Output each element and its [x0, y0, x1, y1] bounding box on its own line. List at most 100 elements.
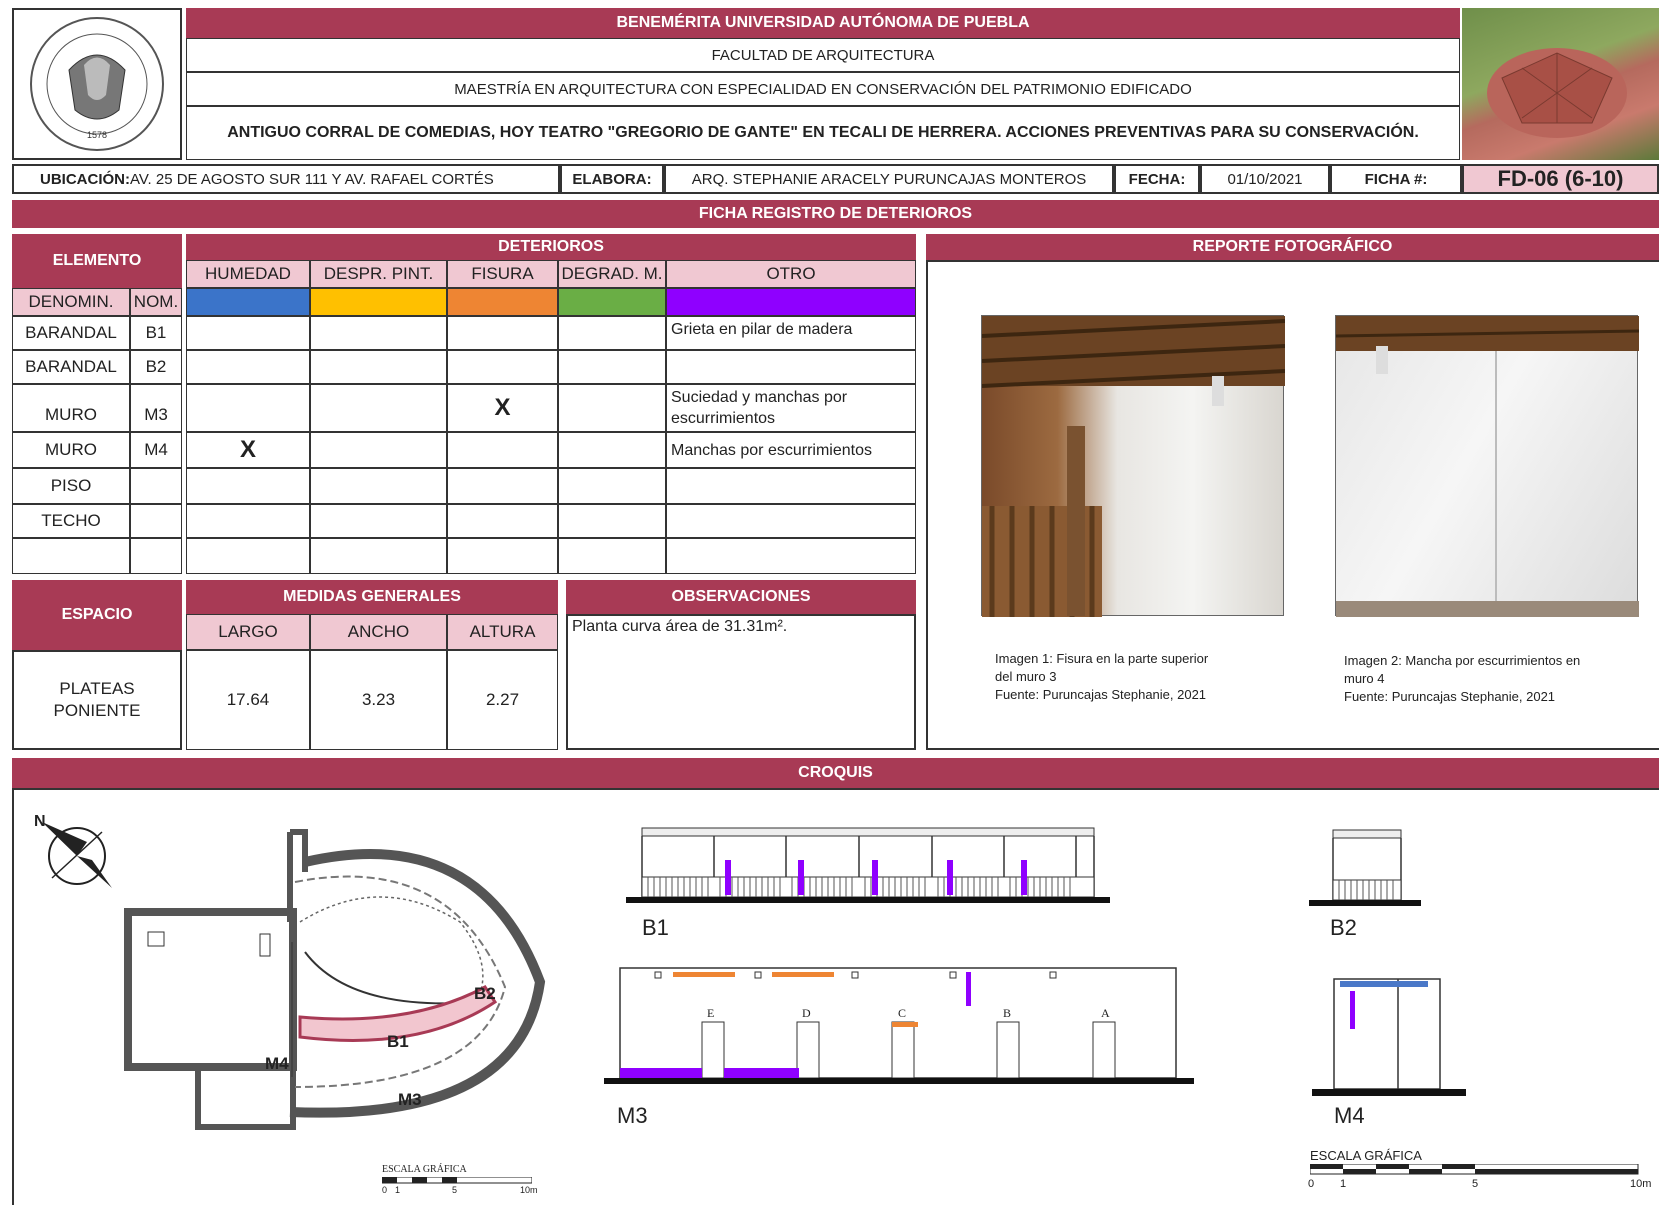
table-row-despr — [310, 504, 447, 538]
table-row-despr — [310, 350, 447, 384]
table-row-nom — [130, 468, 182, 504]
table-row-fisura: X — [447, 384, 558, 432]
table-row-humedad — [186, 384, 310, 432]
university-seal-icon: 1578 — [30, 17, 164, 151]
espacio-value: PLATEAS PONIENTE — [12, 650, 182, 750]
project-title: ANTIGUO CORRAL DE COMEDIAS, HOY TEATRO "… — [186, 106, 1460, 160]
table-row-degrad — [558, 468, 666, 504]
caption-line: muro 4 — [1344, 671, 1385, 686]
table-row-despr — [310, 538, 447, 574]
svg-text:1578: 1578 — [87, 130, 107, 140]
espacio-header: ESPACIO — [12, 580, 182, 650]
ancho-label: ANCHO — [310, 614, 447, 650]
observaciones-text: Planta curva área de 31.31m². — [566, 614, 916, 750]
elabora-value: ARQ. STEPHANIE ARACELY PURUNCAJAS MONTER… — [664, 164, 1114, 194]
legend-despr-color — [310, 288, 447, 316]
table-row-despr — [310, 432, 447, 468]
table-row-denomin: PISO — [12, 468, 130, 504]
legend-degrad-color — [558, 288, 666, 316]
table-row-denomin: MURO — [12, 432, 130, 468]
table-row-humedad — [186, 538, 310, 574]
ubicacion-field: UBICACIÓN: AV. 25 DE AGOSTO SUR 111 Y AV… — [12, 164, 560, 194]
university-title: BENEMÉRITA UNIVERSIDAD AUTÓNOMA DE PUEBL… — [186, 8, 1460, 38]
legend-fisura-color — [447, 288, 558, 316]
col-nom: NOM. — [130, 288, 182, 316]
scale-bar-1 — [382, 1177, 532, 1184]
table-row-fisura — [447, 504, 558, 538]
observaciones-header: OBSERVACIONES — [566, 580, 916, 614]
pillar-label-c: C — [898, 1006, 907, 1020]
table-row-despr — [310, 316, 447, 350]
roof-aerial-image — [1487, 48, 1627, 138]
col-otro: OTRO — [666, 260, 916, 288]
table-row-despr — [310, 384, 447, 432]
ancho-value: 3.23 — [310, 650, 447, 750]
table-row-denomin: TECHO — [12, 504, 130, 538]
logo-box: 1578 — [12, 8, 182, 160]
ficha-value: FD-06 (6-10) — [1462, 164, 1659, 194]
scale-tick-10: 10m — [520, 1185, 538, 1195]
table-row-degrad — [558, 538, 666, 574]
scale-2-tick-0: 0 — [1308, 1178, 1315, 1190]
col-denomin: DENOMIN. — [12, 288, 130, 316]
fecha-value: 01/10/2021 — [1200, 164, 1330, 194]
plan-label-b1: B1 — [387, 1032, 409, 1051]
table-row-otro — [666, 504, 916, 538]
medidas-header: MEDIDAS GENERALES — [186, 580, 558, 614]
photo-2 — [1335, 315, 1640, 617]
table-row-humedad: X — [186, 432, 310, 468]
table-row-denomin — [12, 538, 130, 574]
faculty-title: FACULTAD DE ARQUITECTURA — [186, 38, 1460, 72]
table-row-nom: M4 — [130, 432, 182, 468]
table-row-humedad — [186, 316, 310, 350]
ubicacion-label: UBICACIÓN: — [40, 170, 130, 188]
pillar-label-b: B — [1003, 1006, 1012, 1020]
elemento-header: ELEMENTO — [12, 234, 182, 288]
scale-2-tick-1: 1 — [1340, 1178, 1347, 1190]
photo-2-caption: Imagen 2: Mancha por escurrimientos en m… — [1344, 652, 1644, 706]
elevation-b1 — [626, 827, 1110, 903]
ficha-label: FICHA #: — [1330, 164, 1462, 194]
pillar-label-a: A — [1101, 1006, 1110, 1020]
pillar-label-d: D — [802, 1006, 811, 1020]
elevation-b2 — [1309, 829, 1421, 906]
table-row-despr — [310, 468, 447, 504]
scale-2-tick-5: 5 — [1472, 1178, 1479, 1190]
table-row-fisura — [447, 316, 558, 350]
elabora-label: ELABORA: — [560, 164, 664, 194]
fecha-label: FECHA: — [1114, 164, 1200, 194]
program-title: MAESTRÍA EN ARQUITECTURA CON ESPECIALIDA… — [186, 72, 1460, 106]
table-row-humedad — [186, 468, 310, 504]
photo-1-caption: Imagen 1: Fisura en la parte superior de… — [995, 650, 1295, 704]
table-row-fisura — [447, 432, 558, 468]
table-row-denomin: MURO — [12, 384, 130, 432]
caption-line: Fuente: Puruncajas Stephanie, 2021 — [995, 687, 1207, 702]
scale-tick-1: 1 — [395, 1185, 401, 1195]
table-row-otro — [666, 468, 916, 504]
sheet-title: FICHA REGISTRO DE DETERIOROS — [12, 200, 1659, 228]
scale-tick-5: 5 — [452, 1185, 458, 1195]
table-row-degrad — [558, 350, 666, 384]
pillar-label-e: E — [707, 1006, 715, 1020]
table-row-nom: M3 — [130, 384, 182, 432]
photo-1 — [981, 315, 1286, 617]
col-degrad: DEGRAD. M. — [558, 260, 666, 288]
caption-line: Imagen 2: Mancha por escurrimientos en — [1344, 653, 1581, 668]
table-row-humedad — [186, 504, 310, 538]
table-row-fisura — [447, 350, 558, 384]
elevation-label-m4: M4 — [1334, 1103, 1365, 1128]
scale-tick-0: 0 — [382, 1185, 388, 1195]
wall-photo-1-image — [981, 316, 1286, 617]
table-row-otro — [666, 538, 916, 574]
wall-photo-2-image — [1335, 316, 1640, 617]
table-row-fisura — [447, 468, 558, 504]
caption-line: Imagen 1: Fisura en la parte superior — [995, 651, 1209, 666]
largo-label: LARGO — [186, 614, 310, 650]
col-despr-pint: DESPR. PINT. — [310, 260, 447, 288]
elevation-m3 — [604, 967, 1194, 1084]
scale-bar-2 — [1310, 1164, 1639, 1175]
table-row-degrad — [558, 316, 666, 350]
elevation-label-b1: B1 — [642, 915, 669, 940]
table-row-degrad — [558, 504, 666, 538]
table-row-humedad — [186, 350, 310, 384]
